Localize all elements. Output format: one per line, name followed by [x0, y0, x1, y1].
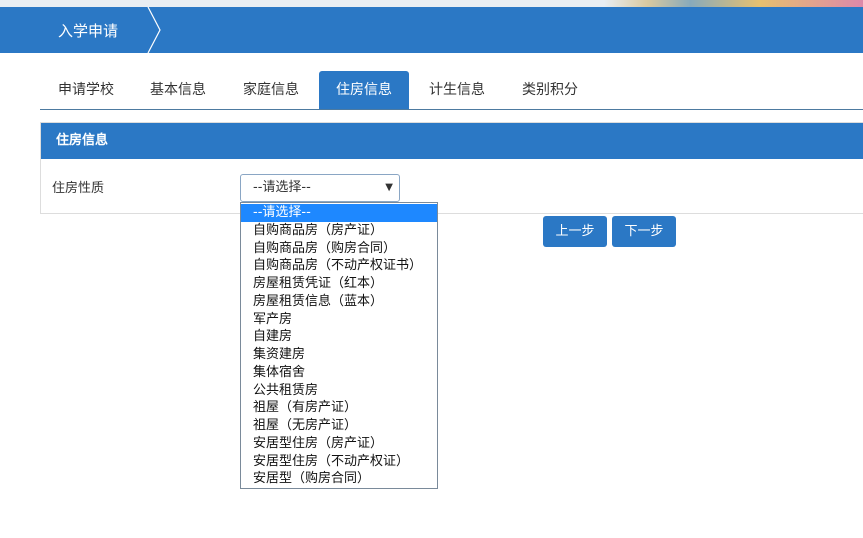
dropdown-option[interactable]: 安居型（购房合同）	[241, 470, 437, 488]
dropdown-option[interactable]: 公共租赁房	[241, 382, 437, 400]
housing-type-select[interactable]: --请选择-- ▼	[240, 174, 400, 202]
chevron-right-icon	[147, 7, 161, 53]
dropdown-option[interactable]: 祖屋（有房产证）	[241, 399, 437, 417]
tab-family-planning-info[interactable]: 计生信息	[409, 71, 505, 109]
banner-image	[0, 0, 863, 7]
dropdown-option[interactable]: 房屋租赁信息（蓝本）	[241, 293, 437, 311]
dropdown-option[interactable]: 安居型住房（房产证）	[241, 435, 437, 453]
dropdown-option[interactable]: 自建房	[241, 328, 437, 346]
dropdown-option[interactable]: 军产房	[241, 311, 437, 329]
dropdown-option[interactable]: 自购商品房（购房合同）	[241, 240, 437, 258]
tab-family-info[interactable]: 家庭信息	[224, 71, 318, 109]
dropdown-option[interactable]: 集资建房	[241, 346, 437, 364]
dropdown-option[interactable]: 房屋租赁凭证（红本）	[241, 275, 437, 293]
tab-category-points[interactable]: 类别积分	[505, 71, 595, 109]
tab-basic-info[interactable]: 基本信息	[132, 71, 224, 109]
housing-type-label: 住房性质	[52, 181, 105, 196]
next-step-button[interactable]: 下一步	[612, 216, 676, 247]
dropdown-option[interactable]: 自购商品房（不动产权证书）	[241, 257, 437, 275]
dropdown-option[interactable]: 集体宿舍	[241, 364, 437, 382]
panel-title: 住房信息	[41, 123, 863, 159]
tab-apply-school[interactable]: 申请学校	[40, 71, 132, 109]
housing-type-dropdown: --请选择-- 自购商品房（房产证） 自购商品房（购房合同） 自购商品房（不动产…	[240, 202, 438, 489]
dropdown-option[interactable]: 自购商品房（房产证）	[241, 222, 437, 240]
tab-housing-info[interactable]: 住房信息	[319, 71, 409, 109]
prev-step-button[interactable]: 上一步	[543, 216, 607, 247]
dropdown-option[interactable]: --请选择--	[241, 204, 437, 222]
dropdown-option[interactable]: 安居型住房（不动产权证）	[241, 453, 437, 471]
page-header: 入学申请	[0, 7, 863, 53]
select-value: --请选择--	[253, 180, 311, 195]
housing-panel: 住房信息 住房性质	[40, 122, 863, 214]
dropdown-option[interactable]: 祖屋（无房产证）	[241, 417, 437, 435]
tab-bar: 申请学校 基本信息 家庭信息 住房信息 计生信息 类别积分	[40, 71, 863, 110]
caret-down-icon: ▼	[385, 182, 393, 193]
breadcrumb: 入学申请	[58, 22, 119, 40]
